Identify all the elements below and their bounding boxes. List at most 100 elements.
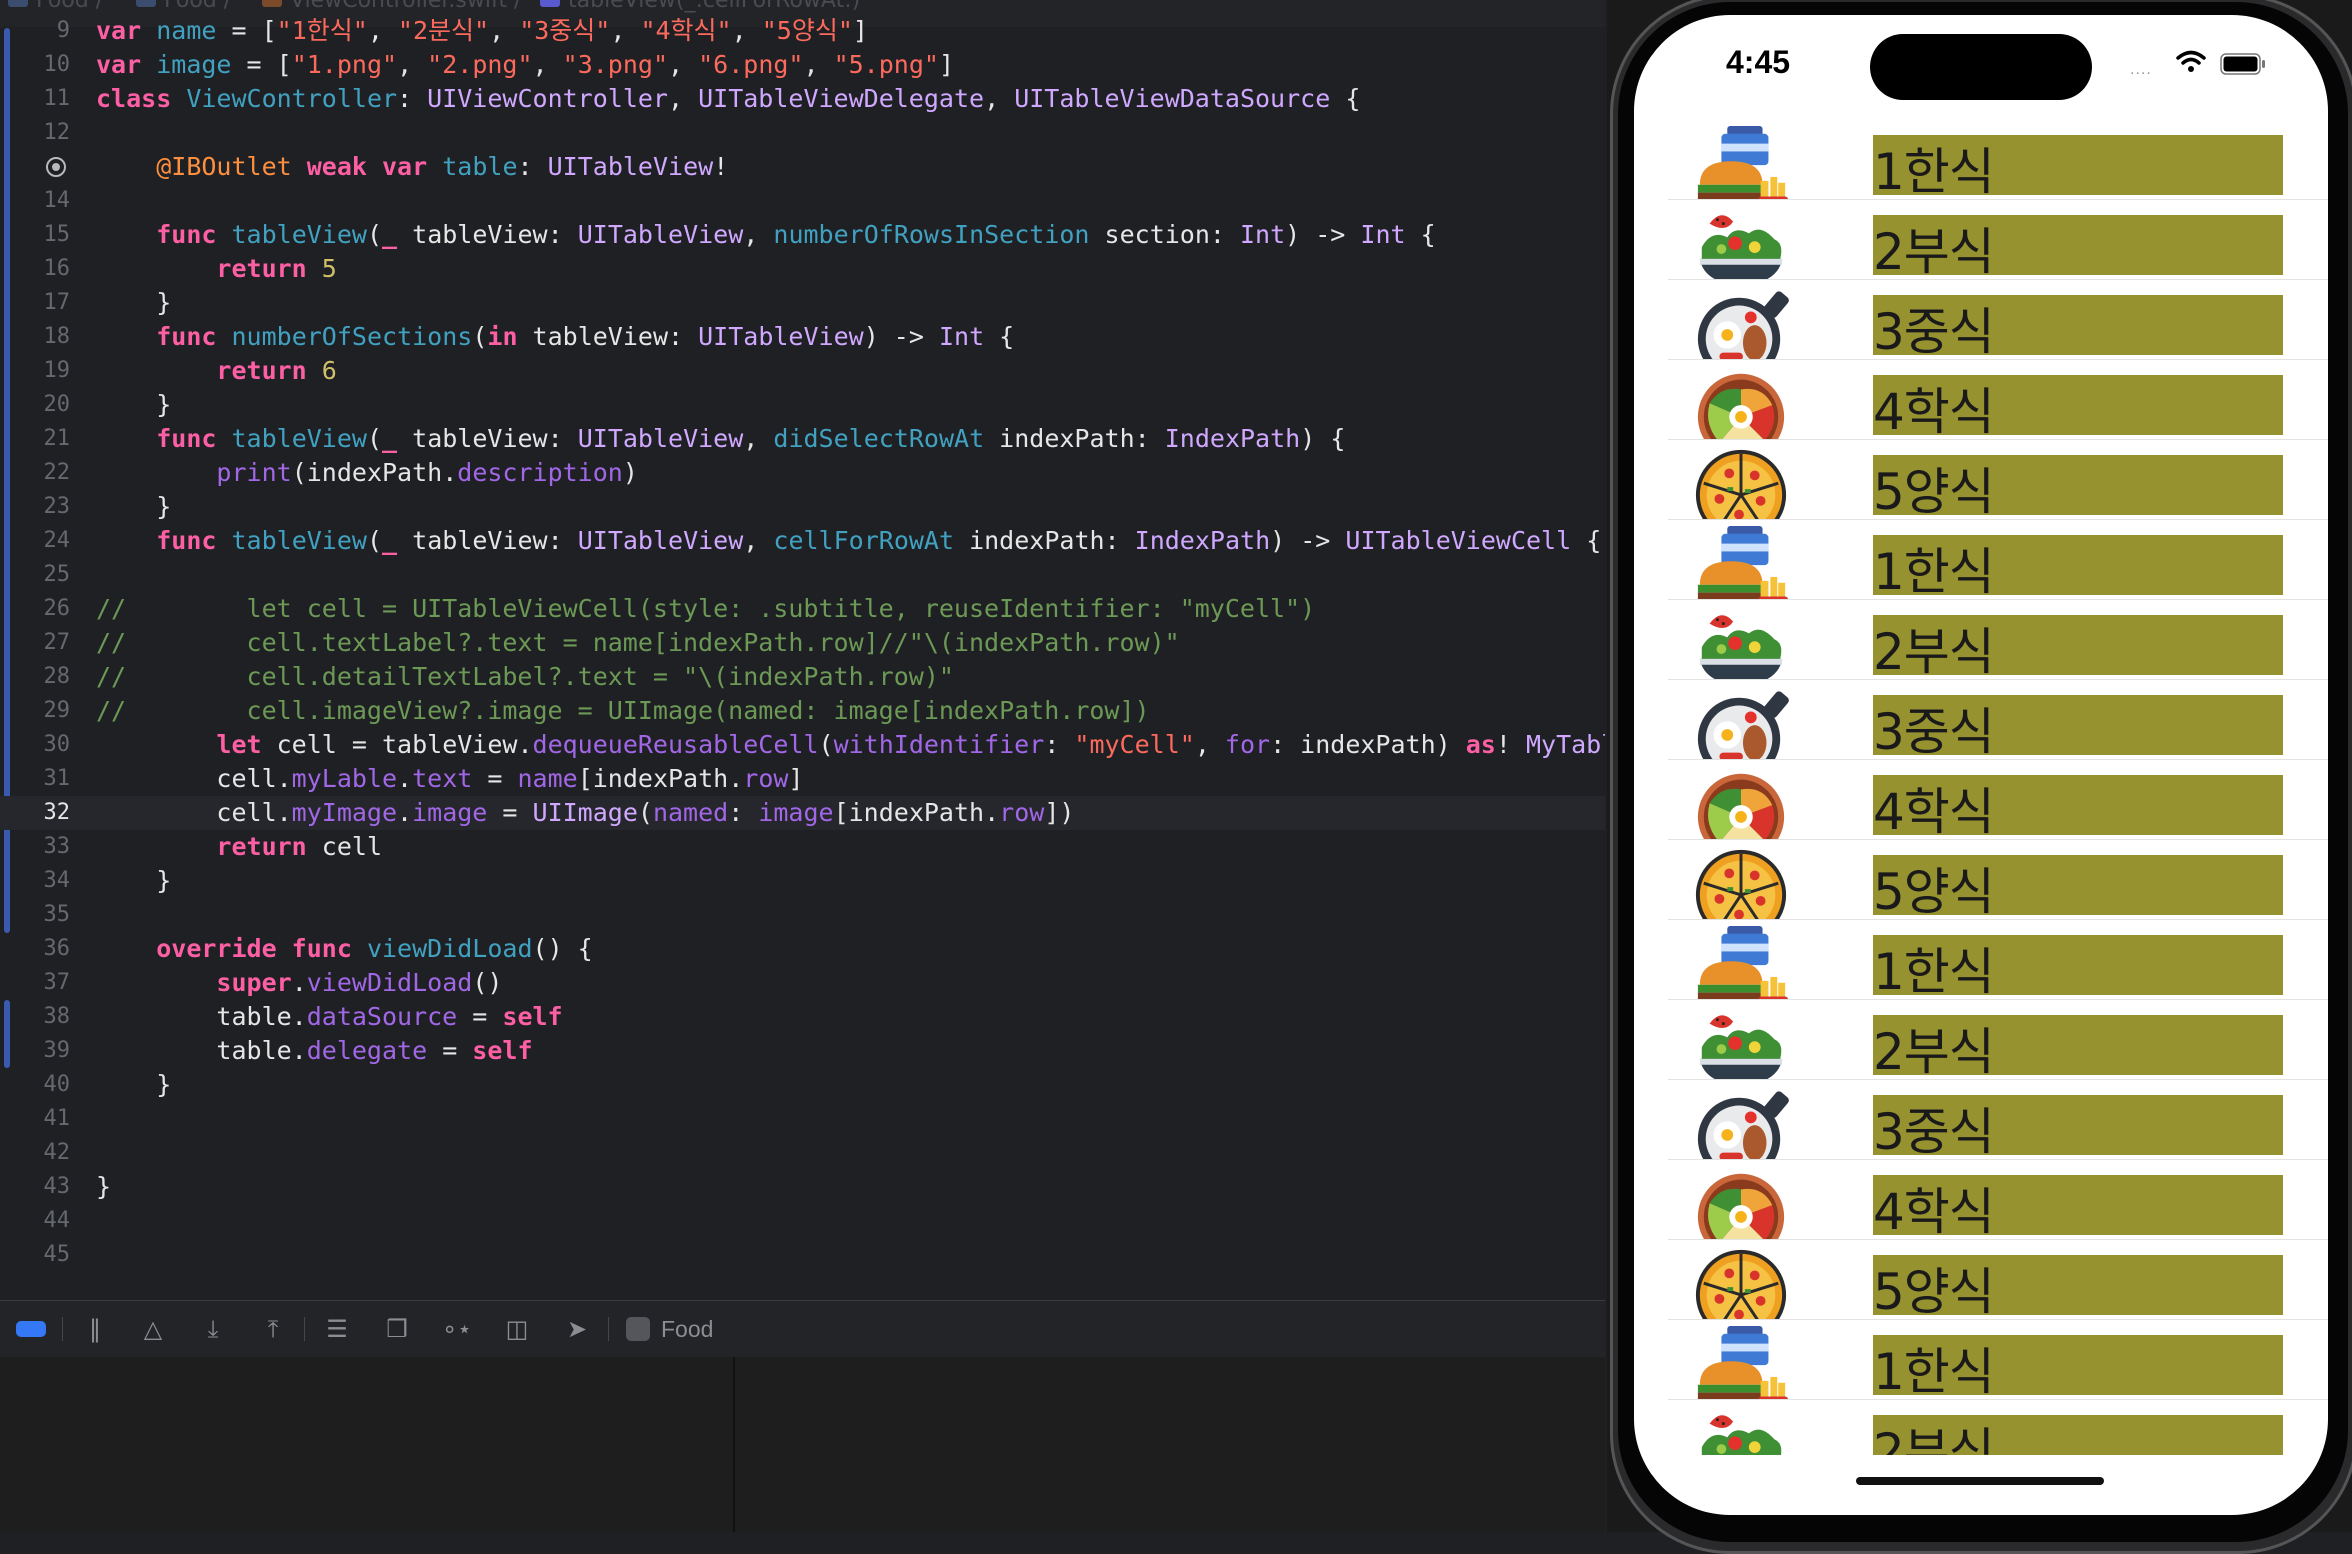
code-token: ) { bbox=[1300, 424, 1346, 453]
code-line[interactable]: 25 bbox=[0, 558, 1605, 592]
step-over-icon[interactable]: △ bbox=[138, 1315, 168, 1343]
line-number: 27 bbox=[43, 630, 71, 655]
row-label: 1한식 bbox=[1873, 943, 1995, 1000]
code-text: func tableView(_ tableView: UITableView,… bbox=[96, 524, 1601, 558]
table-row[interactable]: 5양식 bbox=[1668, 1240, 2328, 1320]
code-line[interactable]: 21 func tableView(_ tableView: UITableVi… bbox=[0, 422, 1605, 456]
code-line[interactable]: 18 func numberOfSections(in tableView: U… bbox=[0, 320, 1605, 354]
code-token: myImage bbox=[291, 798, 398, 827]
code-token: "2.png" bbox=[427, 50, 533, 79]
step-out-icon[interactable]: ⤒ bbox=[258, 1315, 288, 1343]
jump-bar-folder[interactable]: Food / bbox=[136, 0, 231, 13]
table-row[interactable]: 2부식 bbox=[1668, 1400, 2328, 1455]
code-token: numberOfRowsInSection bbox=[773, 220, 1090, 249]
table-row[interactable]: 1한식 bbox=[1668, 120, 2328, 200]
code-line[interactable]: 19 return 6 bbox=[0, 354, 1605, 388]
debug-console[interactable] bbox=[0, 1357, 1605, 1532]
table-row[interactable]: 1한식 bbox=[1668, 920, 2328, 1000]
code-line[interactable]: 33 return cell bbox=[0, 830, 1605, 864]
code-token: , bbox=[489, 16, 520, 45]
code-line[interactable]: 32 cell.myImage.image = UIImage(named: i… bbox=[0, 796, 1605, 830]
code-line[interactable]: 9 var name = ["1한식", "2분식", "3중식", "4학식",… bbox=[0, 14, 1605, 48]
code-token: // cell.detailTextLabel?.text = "\(index… bbox=[96, 662, 954, 691]
jump-bar-symbol[interactable]: tableView(_:cellForRowAt:) bbox=[540, 0, 860, 13]
code-line[interactable]: 39 table.delegate = self bbox=[0, 1034, 1605, 1068]
code-line[interactable]: 15 func tableView(_ tableView: UITableVi… bbox=[0, 218, 1605, 252]
code-line[interactable]: @IBOutlet weak var table: UITableView! bbox=[0, 150, 1605, 184]
view-hierarchy-icon[interactable]: ☰ bbox=[320, 1315, 354, 1343]
table-row[interactable]: 3중식 bbox=[1668, 680, 2328, 760]
code-line[interactable]: 35 bbox=[0, 898, 1605, 932]
code-token: } bbox=[96, 1070, 172, 1099]
code-line[interactable]: 16 return 5 bbox=[0, 252, 1605, 286]
pizza-icon bbox=[1692, 444, 1790, 519]
code-line[interactable]: 41 bbox=[0, 1102, 1605, 1136]
line-number: 45 bbox=[43, 1242, 71, 1267]
table-row[interactable]: 2부식 bbox=[1668, 600, 2328, 680]
code-text: func numberOfSections(in tableView: UITa… bbox=[96, 320, 1014, 354]
table-row[interactable]: 4학식 bbox=[1668, 360, 2328, 440]
pause-icon[interactable]: ‖ bbox=[80, 1315, 110, 1343]
code-lines[interactable]: 9 var name = ["1한식", "2분식", "3중식", "4학식",… bbox=[0, 14, 1605, 1272]
home-indicator[interactable] bbox=[1856, 1477, 2104, 1485]
code-line[interactable]: 24 func tableView(_ tableView: UITableVi… bbox=[0, 524, 1605, 558]
code-line[interactable]: 12 bbox=[0, 116, 1605, 150]
code-line[interactable]: 29 // cell.imageView?.image = UIImage(nam… bbox=[0, 694, 1605, 728]
code-line[interactable]: 45 bbox=[0, 1238, 1605, 1272]
table-row[interactable]: 4학식 bbox=[1668, 1160, 2328, 1240]
step-into-icon[interactable]: ⤓ bbox=[198, 1315, 228, 1343]
memory-graph-icon[interactable]: ❒ bbox=[380, 1315, 414, 1343]
code-line[interactable]: 27 // cell.textLabel?.text = name[indexPa… bbox=[0, 626, 1605, 660]
table-row[interactable]: 2부식 bbox=[1668, 1000, 2328, 1080]
console-splitter[interactable] bbox=[733, 1357, 735, 1532]
code-text: class ViewController: UIViewController, … bbox=[96, 82, 1360, 116]
scheme-label[interactable]: Food bbox=[661, 1315, 713, 1343]
code-line[interactable]: 20 } bbox=[0, 388, 1605, 422]
code-line[interactable]: 44 bbox=[0, 1204, 1605, 1238]
line-number: 14 bbox=[43, 188, 71, 213]
breakpoints-toggle-icon[interactable] bbox=[16, 1321, 46, 1337]
code-line[interactable]: 30 let cell = tableView.dequeueReusableC… bbox=[0, 728, 1606, 762]
code-token: didSelectRowAt bbox=[773, 424, 985, 453]
code-line[interactable]: 28 // cell.detailTextLabel?.text = "\(ind… bbox=[0, 660, 1605, 694]
code-token: "3중식" bbox=[519, 16, 611, 45]
code-line[interactable]: 37 super.viewDidLoad() bbox=[0, 966, 1605, 1000]
code-line[interactable]: 43} bbox=[0, 1170, 1605, 1204]
code-token: } bbox=[96, 866, 172, 895]
code-line[interactable]: 22 print(indexPath.description) bbox=[0, 456, 1605, 490]
code-line[interactable]: 31 cell.myLable.text = name[indexPath.ro… bbox=[0, 762, 1605, 796]
code-line[interactable]: 26 // let cell = UITableViewCell(style: .… bbox=[0, 592, 1605, 626]
code-line[interactable]: 42 bbox=[0, 1136, 1605, 1170]
table-row[interactable]: 3중식 bbox=[1668, 1080, 2328, 1160]
device-screen[interactable]: 4:45 .... 1한식 2부식 3중식 4학식 5양식 1한식 2부식 3중식 4학식 5양식… bbox=[1634, 15, 2328, 1515]
code-line[interactable]: 14 bbox=[0, 184, 1605, 218]
code-line[interactable]: 10 var image = ["1.png", "2.png", "3.png"… bbox=[0, 48, 1605, 82]
code-line[interactable]: 23 } bbox=[0, 490, 1605, 524]
table-row[interactable]: 4학식 bbox=[1668, 760, 2328, 840]
code-token: { bbox=[1330, 84, 1361, 113]
jump-bar-file[interactable]: ViewController.swift / bbox=[262, 0, 521, 13]
breakpoint-icon[interactable] bbox=[46, 157, 66, 177]
code-line[interactable]: 34 } bbox=[0, 864, 1605, 898]
code-editor[interactable]: Food / Food / ViewController.swift / tab… bbox=[0, 0, 1605, 1300]
code-token: "6.png" bbox=[698, 50, 804, 79]
jump-bar-project[interactable]: Food / bbox=[8, 0, 103, 13]
code-line[interactable]: 17 } bbox=[0, 286, 1605, 320]
table-view[interactable]: 1한식 2부식 3중식 4학식 5양식 1한식 2부식 3중식 4학식 5양식 1한식 2부식 3중식 4… bbox=[1668, 120, 2328, 1455]
code-line[interactable]: 38 table.dataSource = self bbox=[0, 1000, 1605, 1034]
table-row[interactable]: 1한식 bbox=[1668, 520, 2328, 600]
code-line[interactable]: 40 } bbox=[0, 1068, 1605, 1102]
table-row[interactable]: 5양식 bbox=[1668, 440, 2328, 520]
table-row[interactable]: 5양식 bbox=[1668, 840, 2328, 920]
code-line[interactable]: 36 override func viewDidLoad() { bbox=[0, 932, 1605, 966]
code-token: _ bbox=[382, 424, 398, 453]
environment-overrides-icon[interactable]: ◫ bbox=[500, 1315, 534, 1343]
code-token: "4학식" bbox=[640, 16, 732, 45]
table-row[interactable]: 1한식 bbox=[1668, 1320, 2328, 1400]
table-row[interactable]: 2부식 bbox=[1668, 200, 2328, 280]
simulate-location-icon[interactable]: ➤ bbox=[560, 1315, 594, 1343]
environment-icon[interactable]: ∘⋆ bbox=[440, 1315, 474, 1343]
code-token: _ bbox=[382, 220, 398, 249]
code-line[interactable]: 11 class ViewController: UIViewController… bbox=[0, 82, 1605, 116]
table-row[interactable]: 3중식 bbox=[1668, 280, 2328, 360]
